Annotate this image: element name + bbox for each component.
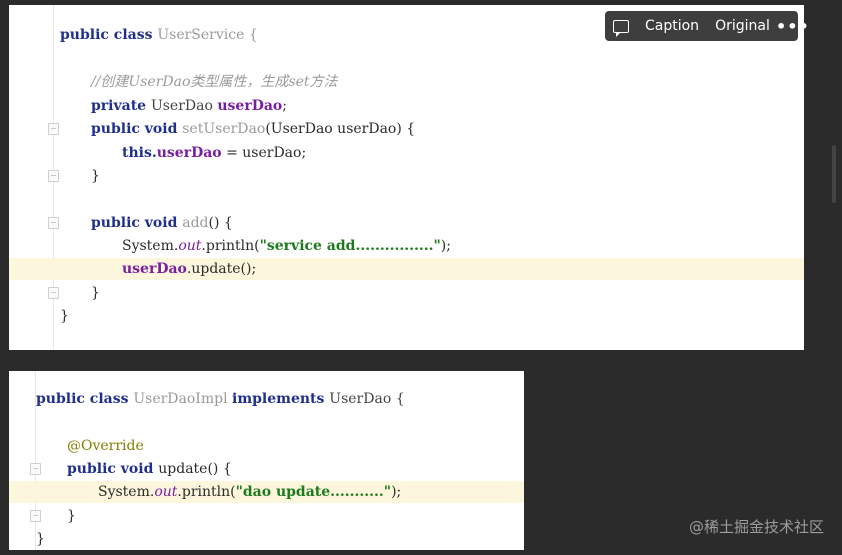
code-line-update-signature: public void update() { [67,459,232,479]
code-line-class-declaration: public class UserService { [60,25,258,45]
scrollbar-thumb[interactable] [832,145,836,203]
code-line-add-signature: public void add() { [91,213,233,233]
caption-button[interactable]: Caption [637,11,707,41]
speech-bubble-icon [613,19,629,37]
fold-toggle-icon[interactable] [30,510,41,522]
string-literal: "dao update..........." [235,484,392,500]
method-name: update() { [158,461,232,477]
type-name: UserDao [150,98,218,114]
watermark: @稀土掘金技术社区 [688,518,824,536]
original-button[interactable]: Original [707,11,778,41]
close-paren: ); [440,238,451,254]
static-field: out [154,484,178,500]
fold-toggle-icon[interactable] [48,123,59,135]
method-call: .update(); [186,261,257,277]
fold-toggle-icon[interactable] [30,463,41,475]
assignment: = userDao; [221,145,307,161]
keyword: public void [67,461,159,477]
code-panel-user-dao-impl: public class UserDaoImpl implements User… [9,371,524,550]
code-line-setter-signature: public void setUserDao(UserDao userDao) … [91,119,415,139]
keyword: public void [91,215,183,231]
code-line-println: System.out.println("service add.........… [122,236,451,256]
params: () { [208,215,233,231]
class-ref: System. [98,484,155,500]
semicolon: ; [282,98,287,114]
close-paren: ); [391,484,402,500]
field-name: userDao [122,261,187,277]
code-line-setter-body: this.userDao = userDao; [122,143,306,163]
keyword: implements [232,391,330,407]
class-name: UserService [157,27,245,43]
code-close-brace: } [60,308,69,324]
interface-name: UserDao { [329,391,405,407]
static-field: out [178,238,202,254]
code-line-update-call: userDao.update(); [122,259,256,279]
keyword: public void [91,121,183,137]
method-name: setUserDao [182,121,266,137]
keyword: public class [36,391,134,407]
params: (UserDao userDao) { [265,121,416,137]
method-name: add [182,215,209,231]
code-close-brace: } [91,168,100,184]
field-name: userDao [217,98,283,114]
comment-button[interactable] [605,11,637,41]
image-toolbar: Caption Original ••• [605,11,809,41]
code-close-brace: } [67,508,76,524]
code-line-println: System.out.println("dao update..........… [98,482,401,502]
code-panel-user-service: public class UserService { //创建UserDao类型… [9,5,804,350]
fold-toggle-icon[interactable] [48,170,59,182]
brace: { [244,27,258,43]
code-annotation: @Override [67,438,144,454]
code-close-brace: } [36,531,45,547]
code-comment: //创建UserDao类型属性，生成set方法 [91,74,338,90]
class-name: UserDaoImpl [133,391,232,407]
method-call: .println( [201,238,260,254]
fold-toggle-icon[interactable] [48,287,59,299]
field-name: userDao [156,145,222,161]
method-call: .println( [177,484,236,500]
keyword: this. [122,145,157,161]
string-literal: "service add................" [259,238,441,254]
class-ref: System. [122,238,179,254]
keyword: private [91,98,151,114]
code-close-brace: } [91,285,100,301]
more-options-icon[interactable]: ••• [776,11,809,41]
code-line-class-declaration: public class UserDaoImpl implements User… [36,389,405,409]
keyword: public class [60,27,158,43]
fold-toggle-icon[interactable] [48,217,59,229]
code-line-field: private UserDao userDao; [91,96,287,116]
